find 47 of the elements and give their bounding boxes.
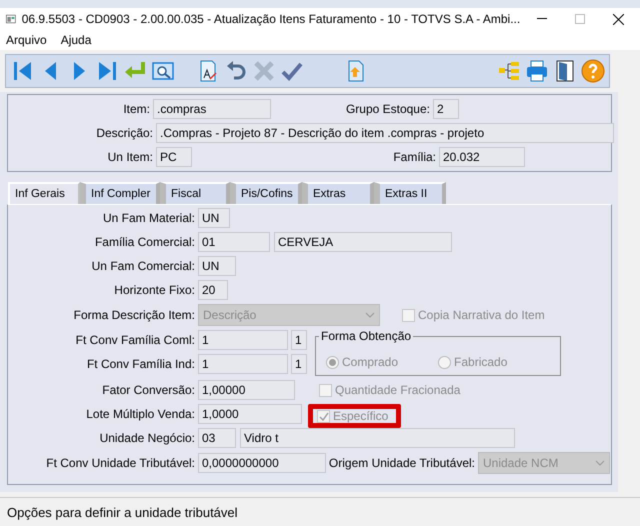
field-label: Un Item: <box>106 150 154 164</box>
tab[interactable]: Inf Gerais <box>8 182 80 204</box>
field-label: Ft Conv Unidade Tributável: <box>45 456 196 470</box>
window-title: 06.9.5503 - CD0903 - 2.00.00.035 - Atualização Itens Faturamento - 10 - TOTVS S.A - Ambi... <box>22 12 520 26</box>
tab[interactable]: Pis/Cofins <box>230 182 302 204</box>
text-field[interactable]: UN <box>198 208 230 228</box>
text-field[interactable]: 0,0000000000 <box>198 453 326 473</box>
field-label: Grupo Estoque: <box>344 102 431 116</box>
text-field[interactable]: 1 <box>198 330 288 350</box>
text-field[interactable]: 20 <box>198 280 228 300</box>
field-label: Origem Unidade Tributável: <box>328 456 476 470</box>
menu-item[interactable]: Arquivo <box>6 33 47 47</box>
text-field[interactable]: 03 <box>198 428 236 448</box>
field-label: Un Fam Comercial: <box>90 259 196 273</box>
field-label: Fator Conversão: <box>101 383 196 397</box>
text-field[interactable]: 1,0000 <box>198 404 302 424</box>
text-field[interactable]: 1 <box>198 354 288 374</box>
text-field[interactable]: .Compras - Projeto 87 - Descrição do item .compras - projeto <box>156 123 614 143</box>
text-field[interactable]: PC <box>156 147 192 167</box>
tab[interactable]: Fiscal <box>160 182 230 204</box>
field-label: Item: <box>122 102 151 116</box>
text-field[interactable]: 1 <box>291 354 307 374</box>
field-label: Ft Conv Família Coml: <box>74 333 196 347</box>
text-field[interactable]: 1 <box>291 330 307 350</box>
tab[interactable]: Extras <box>302 182 374 204</box>
field-label: Família Comercial: <box>94 235 196 249</box>
field-label: Lote Múltiplo Venda: <box>85 407 196 421</box>
text-field[interactable]: Vidro t <box>240 428 515 448</box>
field-label: Família: <box>392 150 437 164</box>
field-label: Horizonte Fixo: <box>113 283 196 297</box>
tab[interactable]: Extras II <box>374 182 446 204</box>
text-field[interactable]: 20.032 <box>439 147 525 167</box>
field-label: Ft Conv Família Ind: <box>86 357 196 371</box>
text-field[interactable]: 2 <box>433 99 459 119</box>
field-label: Unidade Negócio: <box>98 431 196 445</box>
menu-item[interactable]: Ajuda <box>60 33 92 47</box>
field-label: Descrição: <box>95 126 154 140</box>
tab[interactable]: Inf Compler <box>80 182 160 204</box>
field-label: Un Fam Material: <box>102 211 196 225</box>
group-title: Forma Obtenção <box>319 329 414 343</box>
status-text: Opções para definir a unidade tributável <box>7 504 238 520</box>
text-field[interactable]: 01 <box>198 232 270 252</box>
text-field[interactable]: 1,00000 <box>198 380 295 400</box>
text-field[interactable]: .compras <box>153 99 271 119</box>
text-field[interactable]: CERVEJA <box>274 232 452 252</box>
field-label: Forma Descrição Item: <box>72 308 196 322</box>
text-field[interactable]: UN <box>198 256 236 276</box>
